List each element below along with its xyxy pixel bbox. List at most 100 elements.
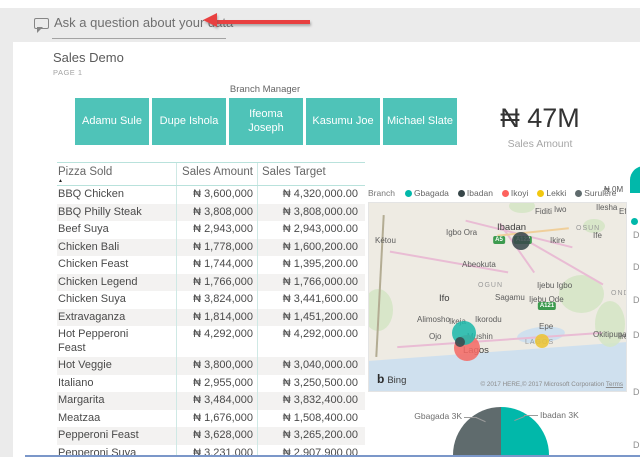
qa-bar[interactable]: Ask a question about your data (0, 8, 640, 42)
cell-pizza-sold: Hot Pepperoni Feast (58, 328, 129, 354)
table-row[interactable]: BBQ Chicken ₦ 3,600,000 ₦ 4,320,000.00 (57, 186, 365, 204)
table-row[interactable]: Extravaganza ₦ 1,814,000 ₦ 1,451,200.00 (57, 308, 365, 326)
speech-bubble-icon (34, 18, 49, 33)
cell-sales-target: ₦ 3,265,200.00 (257, 427, 360, 445)
red-arrow-head-icon (203, 13, 217, 27)
legend-item[interactable]: Gbagada (404, 188, 449, 198)
map-place-label: Igbo Ora (446, 228, 478, 237)
legend-item[interactable]: Ikoyi (501, 188, 529, 198)
cell-sales-target: ₦ 1,451,200.00 (257, 308, 360, 326)
slicer-option-button[interactable]: Dupe Ishola (152, 98, 226, 145)
slicer-option-label: Adamu Sule (82, 114, 142, 127)
slicer-option-button[interactable]: Adamu Sule (75, 98, 149, 145)
cropped-legend-dot-icon (631, 218, 638, 225)
legend-item-label: Ikoyi (510, 188, 529, 198)
branch-map-visual: Branch Gbagada Ibadan Ikoyi Lekki Surule… (368, 184, 627, 392)
cell-sales-target: ₦ 1,508,400.00 (257, 409, 360, 427)
slicer-option-label: Dupe Ishola (159, 114, 219, 127)
table-row[interactable]: Hot Veggie ₦ 3,800,000 ₦ 3,040,000.00 (57, 357, 365, 375)
map-legend: Branch Gbagada Ibadan Ikoyi Lekki Surule… (368, 184, 627, 202)
map-place-label: Kétou (375, 236, 396, 245)
column-header-pizza-sold[interactable]: Pizza Sold ▲ (57, 163, 176, 185)
slicer-option-button[interactable]: Kasumu Joe (306, 98, 380, 145)
legend-dot-icon (457, 189, 465, 197)
cropped-axis-label: ₦ 0M (604, 185, 624, 194)
cell-pizza-sold: Italiano (58, 376, 94, 389)
pie-label-gbagada: Gbagada 3K (414, 411, 462, 421)
cell-sales-target: ₦ 4,292,000.00 (257, 326, 360, 357)
map-place-label: Ilesha (596, 203, 618, 212)
cell-pizza-sold: BBQ Chicken (58, 188, 125, 200)
map-place-label: OGUN (478, 282, 503, 289)
legend-title: Branch (368, 188, 395, 198)
legend-item-label: Ibadan (466, 188, 493, 198)
terms-link[interactable]: Terms (606, 381, 623, 388)
cropped-text-fragment: D (633, 295, 640, 305)
cell-sales-target: ₦ 4,320,000.00 (257, 186, 360, 204)
table-row[interactable]: Italiano ₦ 2,955,000 ₦ 3,250,500.00 (57, 374, 365, 392)
legend-item[interactable]: Lekki (537, 188, 566, 198)
map-green-area (509, 203, 535, 213)
legend-item[interactable]: Ibadan (457, 188, 493, 198)
cell-sales-target: ₦ 3,808,000.00 (257, 203, 360, 221)
cell-pizza-sold: Pepperoni Feast (58, 429, 139, 441)
branch-manager-slicer: Adamu Sule Dupe Ishola Ifeoma Joseph Kas… (75, 98, 457, 145)
cell-sales-amount: ₦ 1,676,000 (176, 409, 257, 427)
table-row[interactable]: Beef Suya ₦ 2,943,000 ₦ 2,943,000.00 (57, 221, 365, 239)
map-bubble-marker[interactable] (535, 334, 549, 348)
cropped-text-fragment: D (633, 230, 640, 240)
map-bubble-marker[interactable] (455, 337, 465, 347)
bing-b-icon: b (377, 372, 385, 386)
table-row[interactable]: Chicken Feast ₦ 1,744,000 ₦ 1,395,200.00 (57, 256, 365, 274)
table-row[interactable]: Chicken Suya ₦ 3,824,000 ₦ 3,441,600.00 (57, 291, 365, 309)
table-row[interactable]: Meatzaa ₦ 1,676,000 ₦ 1,508,400.00 (57, 409, 365, 427)
sort-ascending-icon: ▲ (58, 178, 63, 184)
cell-sales-amount: ₦ 4,292,000 (176, 326, 257, 357)
cell-pizza-sold: Meatzaa (58, 411, 101, 424)
report-page-label: PAGE 1 (53, 68, 83, 77)
cell-pizza-sold: Extravaganza (58, 310, 126, 323)
cell-sales-target: ₦ 1,600,200.00 (257, 238, 360, 256)
cell-pizza-sold: Chicken Legend (58, 275, 138, 288)
cell-sales-amount: ₦ 2,955,000 (176, 374, 257, 392)
bing-label: Bing (387, 375, 407, 386)
cell-sales-target: ₦ 3,250,500.00 (257, 374, 360, 392)
cell-sales-amount: ₦ 3,808,000 (176, 203, 257, 221)
table-row[interactable]: Chicken Bali ₦ 1,778,000 ₦ 1,600,200.00 (57, 238, 365, 256)
cell-sales-amount: ₦ 3,600,000 (176, 186, 257, 204)
cell-sales-amount: ₦ 3,484,000 (176, 392, 257, 410)
bing-logo: b Bing (377, 372, 406, 386)
table-header-row: Pizza Sold ▲ Sales Amount Sales Target (57, 162, 365, 186)
table-row[interactable]: Hot Pepperoni Feast ₦ 4,292,000 ₦ 4,292,… (57, 326, 365, 357)
legend-item-label: Lekki (546, 188, 567, 198)
map-place-label: Iwo (554, 205, 567, 214)
red-annotation-arrow (216, 20, 310, 24)
map-country-border (375, 215, 385, 357)
table-row[interactable]: Pepperoni Feast ₦ 3,628,000 ₦ 3,265,200.… (57, 427, 365, 445)
column-header-sales-amount[interactable]: Sales Amount (176, 163, 257, 185)
cropped-chart-shape (630, 166, 640, 193)
map-place-label: ONDO (611, 290, 626, 297)
table-row[interactable]: Chicken Legend ₦ 1,766,000 ₦ 1,766,000.0… (57, 273, 365, 291)
cell-sales-target: ₦ 3,040,000.00 (257, 357, 360, 375)
pie-label-ibadan: Ibadan 3K (540, 410, 579, 420)
legend-dot-icon (404, 189, 412, 197)
qa-input-underline (52, 38, 226, 39)
slicer-option-button[interactable]: Ifeoma Joseph (229, 98, 303, 145)
bing-map[interactable]: FiditiIwoIleshaEffoKétouIgbo OraIbadanOS… (368, 202, 627, 392)
cell-sales-target: ₦ 2,943,000.00 (257, 221, 360, 239)
cell-sales-amount: ₦ 1,778,000 (176, 238, 257, 256)
kpi-label: Sales Amount (507, 138, 573, 150)
kpi-card[interactable]: ₦ 47M Sales Amount (460, 103, 620, 150)
kpi-value: ₦ 47M (500, 103, 580, 133)
map-bubble-marker[interactable] (512, 232, 530, 250)
column-header-sales-target[interactable]: Sales Target (257, 163, 360, 185)
slicer-option-button[interactable]: Michael Slate (383, 98, 457, 145)
cell-sales-amount: ₦ 1,766,000 (176, 273, 257, 291)
road-shield-badge: A121 (537, 302, 557, 310)
legend-item-label: Gbagada (413, 188, 449, 198)
table-row[interactable]: BBQ Philly Steak ₦ 3,808,000 ₦ 3,808,000… (57, 203, 365, 221)
table-row[interactable]: Margarita ₦ 3,484,000 ₦ 3,832,400.00 (57, 392, 365, 410)
cell-pizza-sold: Chicken Suya (58, 293, 126, 305)
report-title: Sales Demo (53, 50, 124, 65)
